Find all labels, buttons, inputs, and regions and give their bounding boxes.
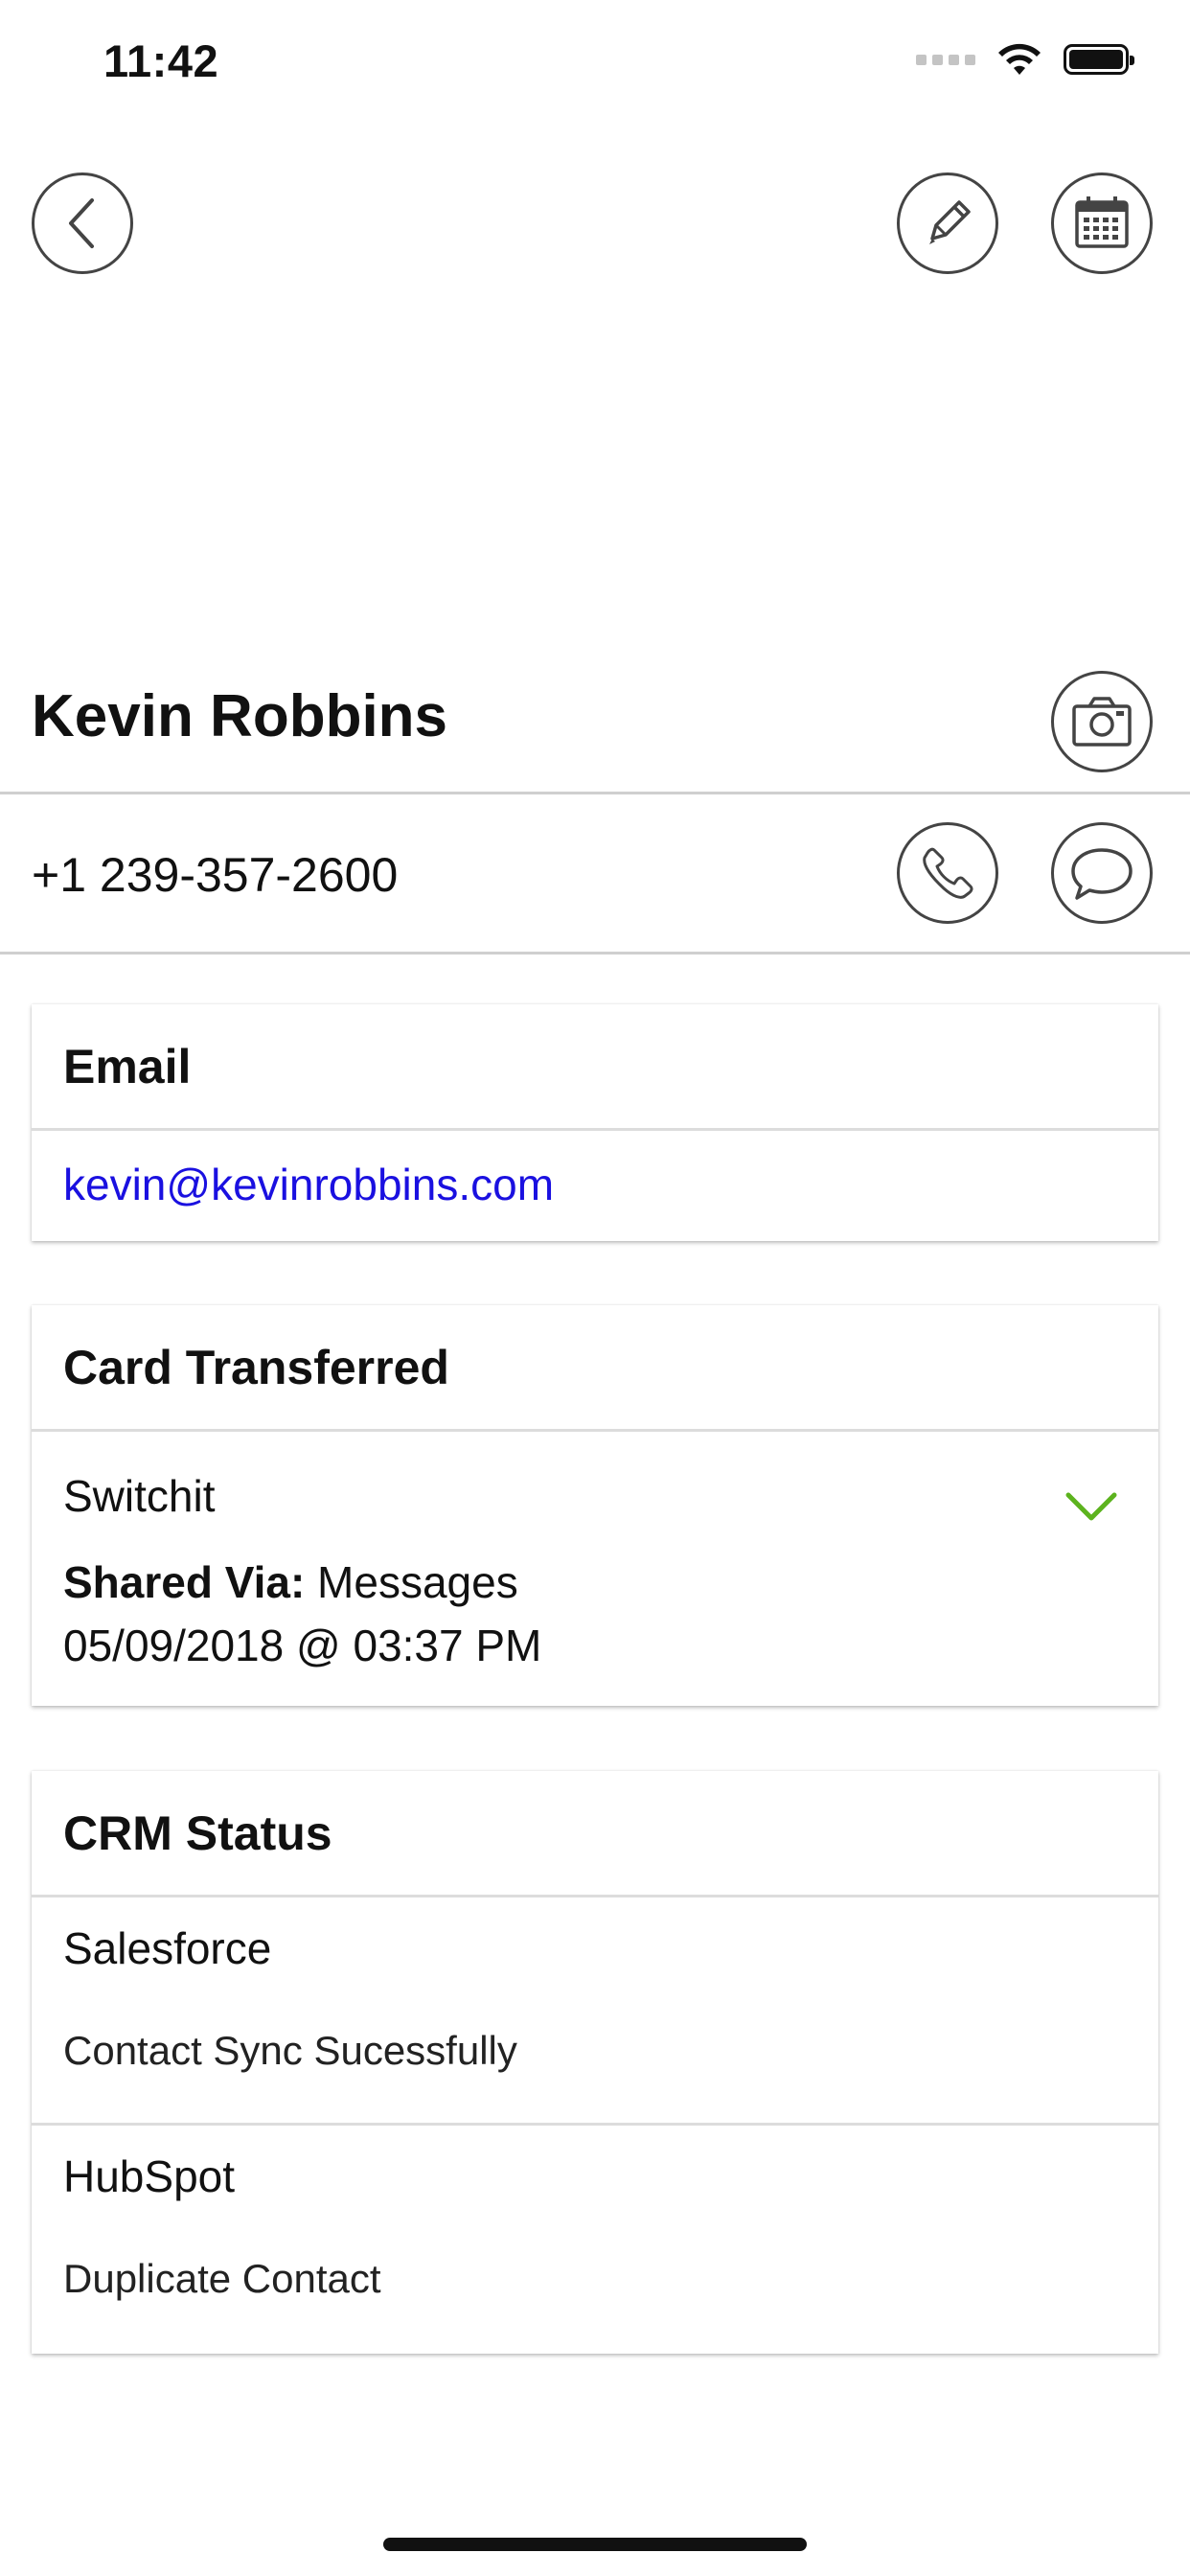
message-button[interactable]: [1051, 822, 1153, 924]
crm-item-hubspot: HubSpot Duplicate Contact: [32, 2126, 1158, 2354]
crm-item-name: HubSpot: [63, 2151, 236, 2201]
email-card: Email kevin@kevinrobbins.com: [32, 1004, 1158, 1241]
crm-status-card: CRM Status Salesforce Contact Sync Suces…: [32, 1771, 1158, 2354]
phone-icon: [923, 847, 973, 899]
status-time: 11:42: [103, 35, 219, 86]
camera-button[interactable]: [1051, 671, 1153, 772]
edit-icon: [929, 200, 971, 244]
crm-item-status: Duplicate Contact: [63, 2256, 381, 2301]
transfer-datetime: 05/09/2018 @ 03:37 PM: [63, 1621, 542, 1670]
battery-icon: [1064, 44, 1134, 75]
crm-item-name: Salesforce: [63, 1923, 272, 1973]
status-icons: [916, 42, 1134, 77]
phone-divider: [0, 952, 1190, 954]
calendar-button[interactable]: [1051, 172, 1153, 274]
contact-name: Kevin Robbins: [32, 683, 448, 749]
crm-item-status: Contact Sync Sucessfully: [63, 2028, 517, 2073]
shared-via-value: Messages: [317, 1557, 518, 1607]
card-transferred-title: Card Transferred: [32, 1305, 1158, 1432]
home-indicator[interactable]: [383, 2538, 807, 2551]
contact-phone[interactable]: +1 239-357-2600: [32, 847, 398, 903]
edit-button[interactable]: [897, 172, 998, 274]
crm-status-title: CRM Status: [32, 1771, 1158, 1898]
calendar-icon: [1075, 196, 1129, 248]
signal-icon: [916, 54, 975, 65]
back-button[interactable]: [32, 172, 133, 274]
camera-icon: [1072, 697, 1132, 747]
checkmark-icon: [1065, 1492, 1117, 1521]
name-divider: [0, 792, 1190, 794]
card-transferred-card: Card Transferred Switchit Shared Via: Me…: [32, 1305, 1158, 1706]
email-card-title: Email: [32, 1004, 1158, 1131]
shared-via-label: Shared Via:: [63, 1557, 306, 1607]
shared-via-row: Shared Via: Messages: [63, 1556, 518, 1608]
wifi-icon: [998, 43, 1041, 75]
back-icon: [69, 198, 94, 248]
transfer-app-name: Switchit: [63, 1471, 216, 1521]
crm-item-salesforce: Salesforce Contact Sync Sucessfully: [32, 1898, 1158, 2123]
email-link[interactable]: kevin@kevinrobbins.com: [63, 1159, 554, 1210]
message-icon: [1071, 848, 1133, 900]
call-button[interactable]: [897, 822, 998, 924]
